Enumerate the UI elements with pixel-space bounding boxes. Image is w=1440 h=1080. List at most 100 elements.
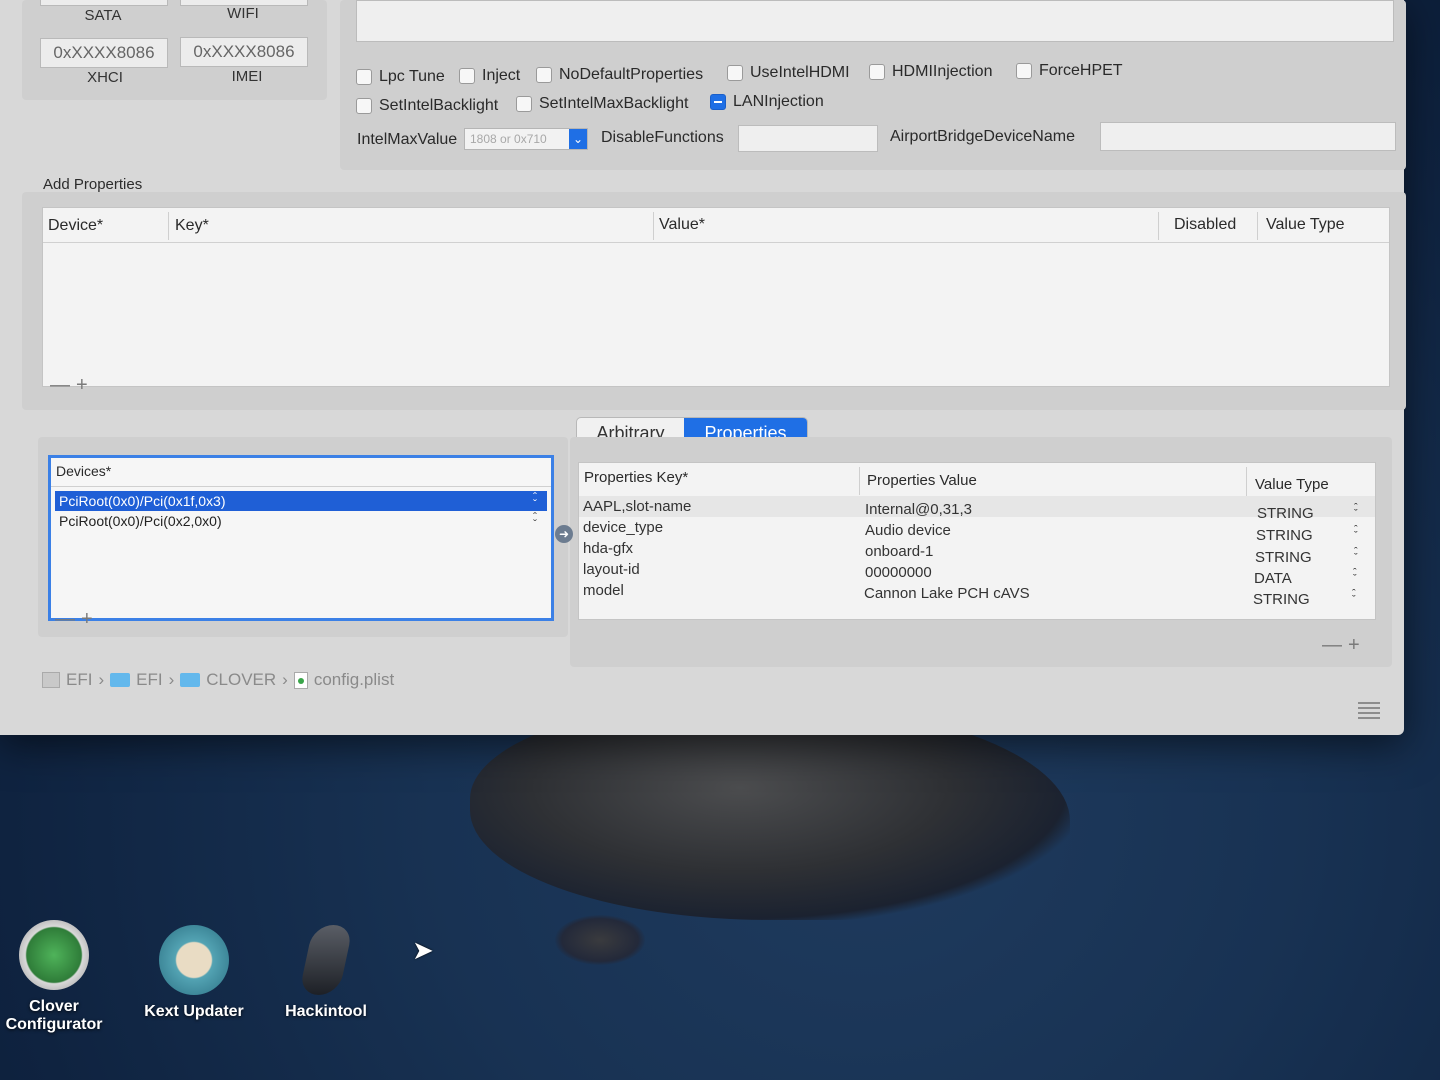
desktop-icon-clover-configurator[interactable]: Clover Configurator [4, 920, 104, 1034]
checkbox-label: SetIntelMaxBacklight [539, 95, 689, 112]
column-value-type[interactable]: Value Type [1266, 216, 1345, 234]
device-path: PciRoot(0x0)/Pci(0x2,0x0) [59, 513, 222, 529]
intel-max-value-placeholder: 1808 or 0x710 [470, 132, 547, 146]
checkbox-label: Inject [482, 67, 521, 84]
breadcrumb-item[interactable]: EFI [136, 670, 162, 690]
checkbox-set-intel-backlight[interactable]: SetIntelBacklight [356, 97, 498, 115]
chevron-right-icon: › [168, 670, 175, 689]
list-menu-icon[interactable] [1358, 702, 1380, 722]
add-properties-controls: —+ [50, 374, 94, 397]
breadcrumb-item[interactable]: EFI [66, 670, 92, 690]
chevron-down-icon[interactable]: ⌄ [569, 129, 587, 149]
column-divider [859, 467, 860, 495]
column-key[interactable]: Key* [175, 217, 209, 235]
mouse-cursor-icon: ➤ [412, 935, 434, 965]
column-value[interactable]: Value* [659, 216, 705, 234]
property-row[interactable]: device_type Audio device STRING ˆˇ [579, 517, 1375, 544]
imei-field[interactable]: 0xXXXX8086 [180, 37, 308, 67]
property-row[interactable]: model Cannon Lake PCH cAVS STRING ˆˇ [579, 580, 1375, 608]
header-divider [51, 486, 551, 487]
property-key[interactable]: hda-gfx [583, 540, 633, 557]
checkbox-box[interactable] [536, 67, 552, 83]
top-text-area[interactable] [356, 0, 1394, 42]
property-value[interactable]: onboard-1 [865, 543, 933, 560]
property-value[interactable]: Internal@0,31,3 [865, 501, 972, 518]
column-device[interactable]: Device* [48, 217, 103, 235]
airport-bridge-label: AirportBridgeDeviceName [890, 128, 1075, 145]
checkbox-hdmi-injection[interactable]: HDMIInjection [869, 63, 992, 81]
remove-row-button[interactable]: — [50, 374, 76, 396]
remove-property-button[interactable]: — [1322, 634, 1348, 656]
stepper-icon[interactable]: ˆˇ [1354, 503, 1358, 520]
property-key[interactable]: layout-id [583, 561, 640, 578]
checkbox-force-hpet[interactable]: ForceHPET [1016, 62, 1123, 80]
folder-icon [180, 673, 201, 687]
property-value[interactable]: 00000000 [865, 564, 932, 581]
wifi-label: WIFI [227, 5, 259, 22]
checkbox-inject[interactable]: Inject [459, 67, 520, 85]
breadcrumb-item[interactable]: config.plist [314, 670, 394, 690]
sata-field[interactable] [40, 0, 168, 6]
add-property-button[interactable]: + [1348, 634, 1366, 656]
checkbox-use-intel-hdmi[interactable]: UseIntelHDMI [727, 64, 850, 82]
hackintool-icon [298, 925, 354, 995]
xhci-field[interactable]: 0xXXXX8086 [40, 38, 168, 68]
add-device-button[interactable]: + [81, 608, 99, 630]
checkbox-box[interactable] [356, 98, 372, 114]
intel-max-value-combo[interactable]: 1808 or 0x710 ⌄ [464, 128, 588, 150]
checkbox-lpc-tune[interactable]: Lpc Tune [356, 68, 445, 86]
checkbox-box[interactable] [356, 69, 372, 85]
column-properties-key[interactable]: Properties Key* [584, 469, 688, 486]
device-row[interactable]: PciRoot(0x0)/Pci(0x2,0x0) ˆˇ [55, 511, 547, 531]
column-properties-value[interactable]: Properties Value [867, 472, 977, 489]
property-row[interactable]: layout-id 00000000 DATA ˆˇ [579, 559, 1375, 587]
checkbox-box-checked[interactable] [710, 94, 726, 110]
column-disabled[interactable]: Disabled [1174, 216, 1236, 234]
device-path: PciRoot(0x0)/Pci(0x1f,0x3) [59, 493, 226, 509]
checkbox-label: SetIntelBacklight [379, 97, 499, 114]
add-properties-title: Add Properties [43, 176, 143, 193]
property-value[interactable]: Audio device [865, 522, 951, 539]
checkbox-box[interactable] [516, 96, 532, 112]
remove-device-button[interactable]: — [55, 608, 81, 630]
property-key[interactable]: model [583, 582, 624, 599]
checkbox-label: Lpc Tune [379, 68, 445, 85]
checkbox-label: ForceHPET [1039, 62, 1123, 79]
chevron-right-icon: › [282, 670, 288, 689]
device-row[interactable]: PciRoot(0x0)/Pci(0x1f,0x3) ˆˇ [55, 491, 547, 511]
property-key[interactable]: AAPL,slot-name [583, 498, 691, 515]
stepper-icon[interactable]: ˆˇ [533, 511, 537, 530]
column-divider [1158, 212, 1159, 240]
checkbox-box[interactable] [459, 68, 475, 84]
stepper-icon[interactable]: ˆˇ [533, 491, 537, 510]
property-key[interactable]: device_type [583, 519, 663, 536]
plist-file-icon [293, 671, 308, 689]
airport-bridge-field[interactable] [1100, 122, 1396, 151]
stepper-icon[interactable]: ˆˇ [1352, 589, 1356, 606]
desktop-icon-kext-updater[interactable]: Kext Updater [140, 925, 248, 1021]
property-row[interactable]: AAPL,slot-name Internal@0,31,3 STRING ˆˇ [579, 496, 1375, 522]
checkbox-no-default-properties[interactable]: NoDefaultProperties [536, 66, 703, 84]
arrow-right-icon[interactable]: ➜ [555, 525, 573, 543]
devices-list[interactable]: Devices* PciRoot(0x0)/Pci(0x1f,0x3) ˆˇ P… [48, 455, 554, 621]
property-row[interactable]: hda-gfx onboard-1 STRING ˆˇ [579, 538, 1375, 566]
property-type[interactable]: STRING [1253, 591, 1310, 608]
folder-icon [110, 673, 131, 687]
add-row-button[interactable]: + [76, 374, 94, 396]
checkbox-set-intel-max-backlight[interactable]: SetIntelMaxBacklight [516, 95, 688, 113]
disable-functions-field[interactable] [738, 125, 878, 152]
desktop-icon-hackintool[interactable]: Hackintool [276, 925, 376, 1021]
property-value[interactable]: Cannon Lake PCH cAVS [864, 585, 1030, 602]
checkbox-label: NoDefaultProperties [559, 66, 704, 83]
clover-icon [19, 920, 89, 990]
checkbox-box[interactable] [869, 64, 885, 80]
sata-label: SATA [84, 7, 122, 24]
add-properties-table[interactable]: Device* Key* Value* Disabled Value Type [42, 207, 1390, 387]
checkbox-box[interactable] [1016, 63, 1032, 79]
checkbox-box[interactable] [727, 65, 743, 81]
breadcrumb-item[interactable]: CLOVER [206, 670, 276, 690]
checkbox-lan-injection[interactable]: LANInjection [710, 93, 824, 111]
column-value-type[interactable]: Value Type [1255, 476, 1329, 493]
properties-table[interactable]: Properties Key* Properties Value Value T… [578, 462, 1376, 620]
chevron-right-icon: › [98, 670, 105, 689]
